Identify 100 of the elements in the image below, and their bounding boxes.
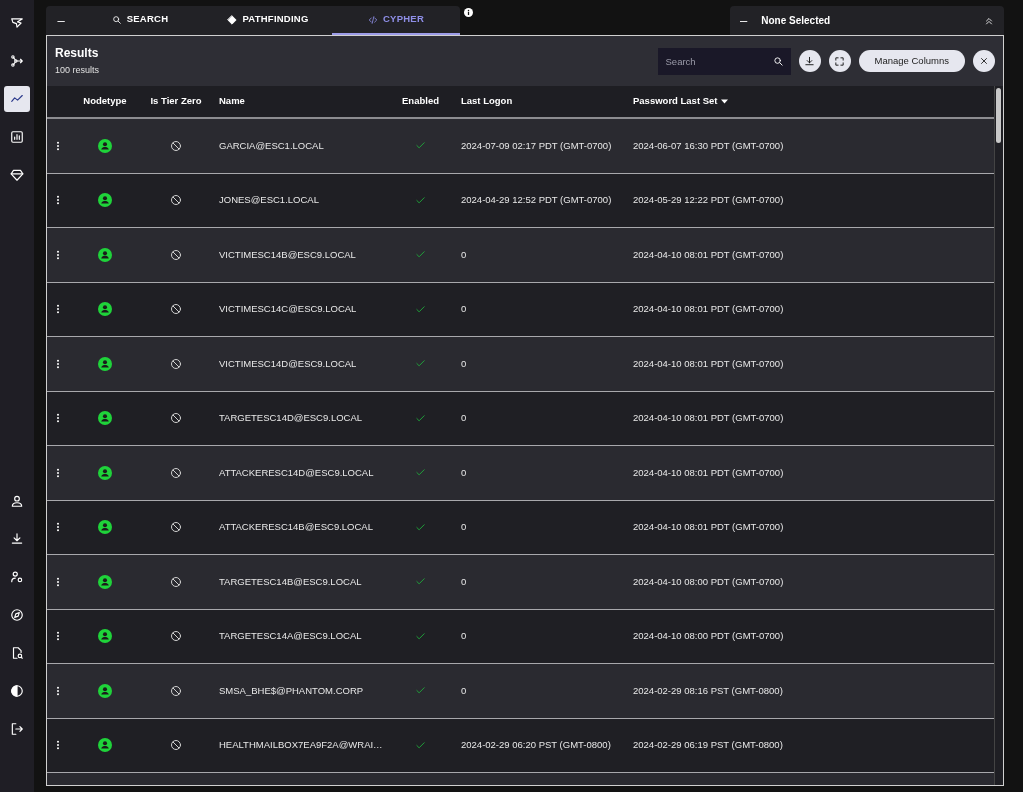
more-vertical-icon[interactable] [56,576,60,587]
close-button[interactable] [973,50,995,72]
table-cell-text: 2024-04-10 08:01 PDT (GMT-0700) [632,247,785,262]
logout-icon [10,722,24,736]
user-node-icon [98,247,112,262]
contrast-icon [10,684,24,698]
info-icon[interactable] [464,8,473,17]
column-header[interactable]: Last Logon [458,94,630,109]
user-node-icon [98,683,112,698]
table-cell-text: 0 [460,302,468,317]
user-node-icon [98,138,112,153]
download-button[interactable] [798,50,821,72]
user-node-icon [98,574,112,589]
table-cell-text: 2024-07-09 02:17 PDT (GMT-0700) [460,138,613,153]
table-cell-text: TARGETESC14A@ESC9.LOCAL [218,629,363,644]
column-header[interactable]: Enabled [383,94,458,109]
table-cell-text: HEALTHMAILBOX7EA9F2A@WRAI… [218,738,383,753]
logo-icon [10,16,24,30]
table-cell-text: 2024-04-10 08:01 PDT (GMT-0700) [632,302,785,317]
user-node-icon [98,193,112,208]
graph-icon [10,54,24,68]
sidebar-trend-line-button[interactable] [4,86,30,112]
table-cell-text: 0 [460,520,468,535]
more-vertical-icon[interactable] [56,685,60,696]
table-cell-text: GARCIA@ESC1.LOCAL [218,138,325,153]
more-vertical-icon[interactable] [56,467,60,478]
tab[interactable]: PATHFINDING [204,6,332,35]
table-cell-text: 0 [460,356,468,371]
table-cell-text: 2024-02-29 06:20 PST (GMT-0800) [460,738,612,753]
table-cell-text: 0 [460,247,468,262]
more-vertical-icon[interactable] [56,195,60,206]
table-cell-text: TARGETESC14D@ESC9.LOCAL [218,411,364,426]
table-cell-text: 2024-04-10 08:00 PDT (GMT-0700) [632,629,785,644]
table-cell-text: 0 [460,411,468,426]
double-chevron-up-icon[interactable] [984,15,994,26]
table-cell-text: 0 [460,683,468,698]
diamond-icon [227,14,238,25]
table-cell-text: SMSA_BHE$@PHANTOM.CORP [218,683,365,698]
user-node-icon [98,302,112,317]
close-icon [979,56,989,66]
table-cell-text: 2024-04-10 08:01 PDT (GMT-0700) [632,465,785,480]
user-gear-icon [10,570,24,584]
more-vertical-icon[interactable] [56,304,60,315]
user-node-icon [98,520,112,535]
gem-icon [10,168,24,182]
more-vertical-icon[interactable] [56,522,60,533]
table-cell-text: 2024-05-29 12:22 PDT (GMT-0700) [632,193,785,208]
results-count: 100 results [55,64,101,78]
column-header[interactable]: Nodetype [74,94,136,109]
results-title: Results [55,45,100,63]
table-row[interactable]: SMSA_BHE$@PHANTOM.CORP 0 2024-02-29 08:16 PST (GMT-0800) [47,664,994,719]
manage-columns-button[interactable]: Manage Columns [858,50,965,72]
table-cell-text: VICTIMESC14B@ESC9.LOCAL [218,247,357,262]
table-cell-text: 2024-04-10 08:01 PDT (GMT-0700) [632,356,785,371]
file-search-icon [10,646,24,660]
more-vertical-icon[interactable] [56,631,60,642]
more-vertical-icon[interactable] [56,413,60,424]
table-cell-text: 0 [460,629,468,644]
table-cell-text: TARGETESC14B@ESC9.LOCAL [218,574,363,589]
compass-icon [10,608,24,622]
more-vertical-icon[interactable] [56,740,60,751]
table-cell-text: ATTACKERESC14B@ESC9.LOCAL [218,520,374,535]
user-node-icon [98,738,112,753]
search-icon [772,55,784,67]
table-cell-text: 2024-04-10 08:01 PDT (GMT-0700) [632,520,785,535]
search-field[interactable]: Search [657,47,791,75]
scrollbar[interactable] [994,86,1003,785]
table-cell-text: 2024-04-29 12:52 PDT (GMT-0700) [460,193,613,208]
table-cell-text: 2024-02-29 08:16 PST (GMT-0800) [632,683,784,698]
table-cell-text: VICTIMESC14C@ESC9.LOCAL [218,302,358,317]
table-row[interactable]: VICTIMESC14B@ESC9.LOCAL 0 2024-04-10 08:01 PDT (GMT-0700) [47,228,994,283]
table-row[interactable]: VICTIMESC14D@ESC9.LOCAL 0 2024-04-10 08:01 PDT (GMT-0700) [47,337,994,392]
person-icon [10,494,24,508]
download-icon [804,55,816,67]
collapse-button[interactable]: – [740,10,748,31]
column-header[interactable]: Password Last Set [630,94,994,109]
expand-icon [834,55,846,67]
table-cell-text: 2024-04-10 08:00 PDT (GMT-0700) [632,574,785,589]
table-row[interactable]: ATTACKERESC14D@ESC9.LOCAL 0 2024-04-10 08:01 PDT (GMT-0700) [47,446,994,501]
scrollbar-thumb[interactable] [996,88,1001,143]
table-cell-text: JONES@ESC1.LOCAL [218,193,320,208]
table-cell-text: VICTIMESC14D@ESC9.LOCAL [218,356,358,371]
table-row[interactable]: TARGETESC14B@ESC9.LOCAL 0 2024-04-10 08:00 PDT (GMT-0700) [47,555,994,610]
user-node-icon [98,411,112,426]
table-cell-text: 2024-02-29 06:19 PST (GMT-0800) [632,738,784,753]
column-header[interactable]: Name [216,94,383,109]
table-cell-text: 2024-06-07 16:30 PDT (GMT-0700) [632,138,785,153]
user-node-icon [98,356,112,371]
more-vertical-icon[interactable] [56,140,60,151]
collapse-button[interactable]: – [46,6,76,35]
download-icon [10,532,24,546]
tab[interactable]: SEARCH [76,6,204,35]
more-vertical-icon[interactable] [56,358,60,369]
panel-title: None Selected [761,14,832,28]
table-row[interactable]: GARCIA@ESC1.LOCAL 2024-07-09 02:17 PDT (GMT-0700) 2024-06-07 16:30 PDT (GMT-0700) [47,119,994,174]
search-icon [111,14,122,25]
table-cell-text: ATTACKERESC14D@ESC9.LOCAL [218,465,375,480]
more-vertical-icon[interactable] [56,249,60,260]
column-header[interactable]: Is Tier Zero [136,94,216,109]
fullscreen-button[interactable] [828,50,851,72]
